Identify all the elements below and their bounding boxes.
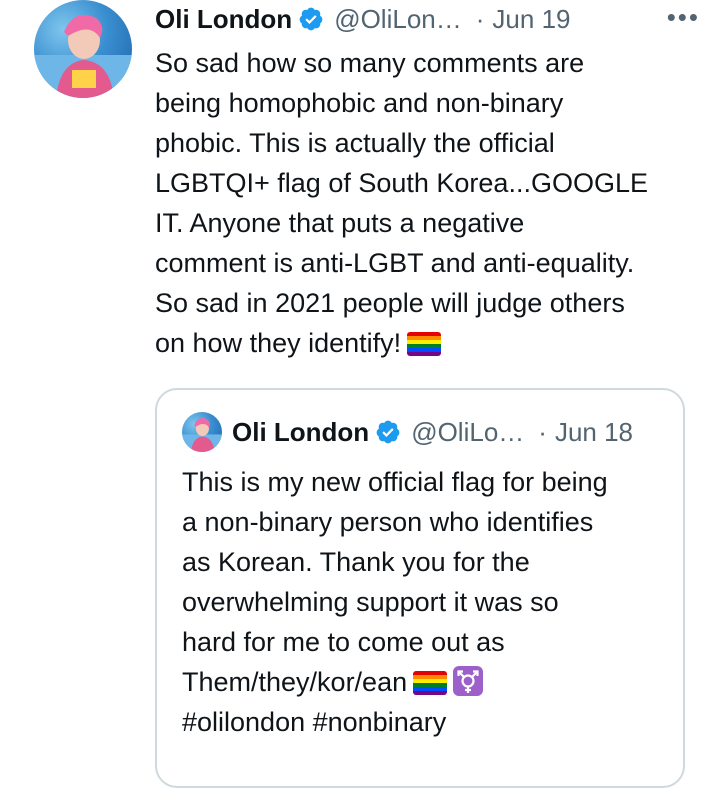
separator-dot: · xyxy=(475,3,485,34)
quoted-avatar xyxy=(182,412,222,452)
transgender-symbol-icon xyxy=(453,666,484,696)
avatar-photo xyxy=(34,15,132,98)
tweet-header: Oli London @OliLon… · Jun 19 ••• xyxy=(155,2,700,36)
more-options-icon[interactable]: ••• xyxy=(667,2,700,33)
quoted-tweet-text-content: This is my new official flag for being a… xyxy=(182,467,608,697)
hashtags[interactable]: #olilondon #nonbinary xyxy=(182,707,446,737)
quoted-author-handle: @OliLo… xyxy=(411,416,525,447)
quoted-separator-dot: · xyxy=(538,416,547,447)
quoted-tweet-card[interactable]: Oli London @OliLo… · Jun 18 This is my n… xyxy=(155,388,685,788)
quoted-tweet-date: Jun 18 xyxy=(554,416,634,447)
tweet-date[interactable]: Jun 19 xyxy=(492,4,570,35)
rainbow-flag-icon xyxy=(413,671,448,695)
avatar[interactable] xyxy=(34,0,132,98)
rainbow-flag-icon xyxy=(407,332,442,356)
quoted-avatar-photo xyxy=(182,418,222,452)
author-name[interactable]: Oli London xyxy=(155,4,292,35)
quoted-tweet-header: Oli London @OliLo… · Jun 18 xyxy=(232,414,663,450)
quoted-tweet-text: This is my new official flag for being a… xyxy=(182,462,672,742)
tweet-text: So sad how so many comments are being ho… xyxy=(155,43,695,363)
tweet-text-content: So sad how so many comments are being ho… xyxy=(155,48,648,358)
verified-badge-icon xyxy=(299,7,323,31)
author-handle[interactable]: @OliLon… xyxy=(334,4,462,35)
quoted-verified-badge-icon xyxy=(376,420,400,444)
quoted-author-name: Oli London xyxy=(232,416,370,447)
